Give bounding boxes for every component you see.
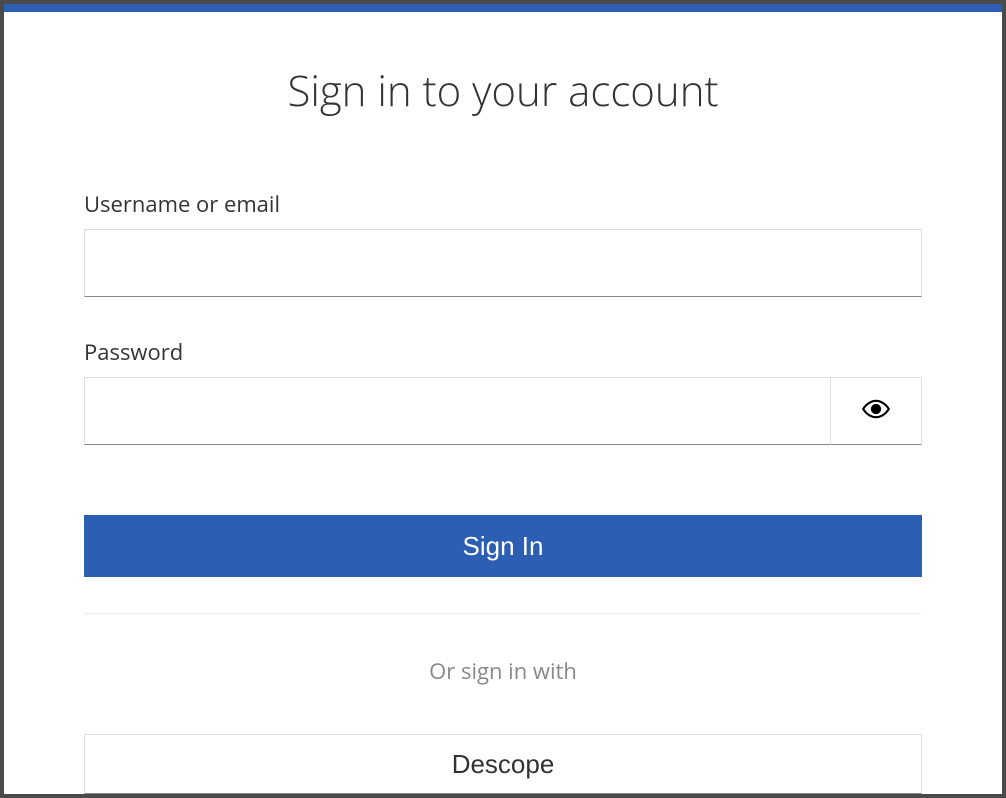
username-group: Username or email (84, 189, 922, 297)
accent-bar (4, 4, 1002, 12)
alt-signin-text: Or sign in with (84, 656, 922, 686)
password-input[interactable] (84, 377, 830, 445)
password-wrapper (84, 377, 922, 445)
signin-content: Sign in to your account Username or emai… (4, 12, 1002, 794)
username-label: Username or email (84, 189, 922, 219)
eye-icon (862, 399, 890, 424)
page-title: Sign in to your account (84, 62, 922, 119)
password-group: Password (84, 337, 922, 445)
descope-provider-button[interactable]: Descope (84, 734, 922, 794)
signin-modal: Sign in to your account Username or emai… (4, 4, 1002, 794)
password-label: Password (84, 337, 922, 367)
divider (84, 613, 922, 614)
username-input[interactable] (84, 229, 922, 297)
signin-button[interactable]: Sign In (84, 515, 922, 577)
toggle-password-visibility-button[interactable] (830, 377, 922, 445)
